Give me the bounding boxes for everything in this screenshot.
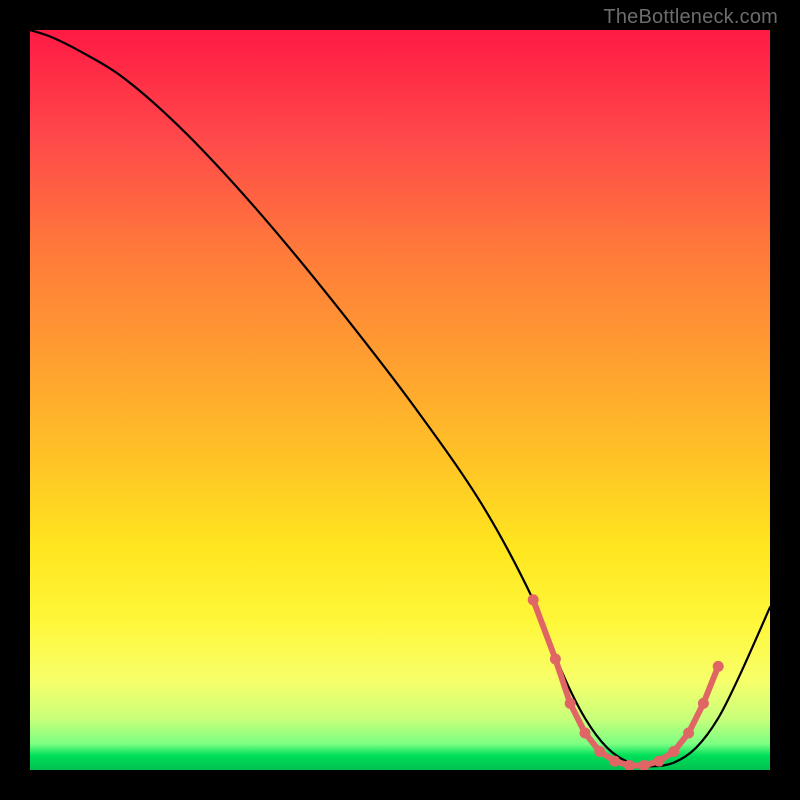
- watermark-text: TheBottleneck.com: [603, 6, 778, 29]
- markers-layer: [30, 30, 770, 770]
- plot-area: [30, 30, 770, 770]
- highlight-segment-line: [533, 600, 718, 766]
- chart-frame: TheBottleneck.com: [0, 0, 800, 800]
- highlight-markers: [528, 594, 724, 770]
